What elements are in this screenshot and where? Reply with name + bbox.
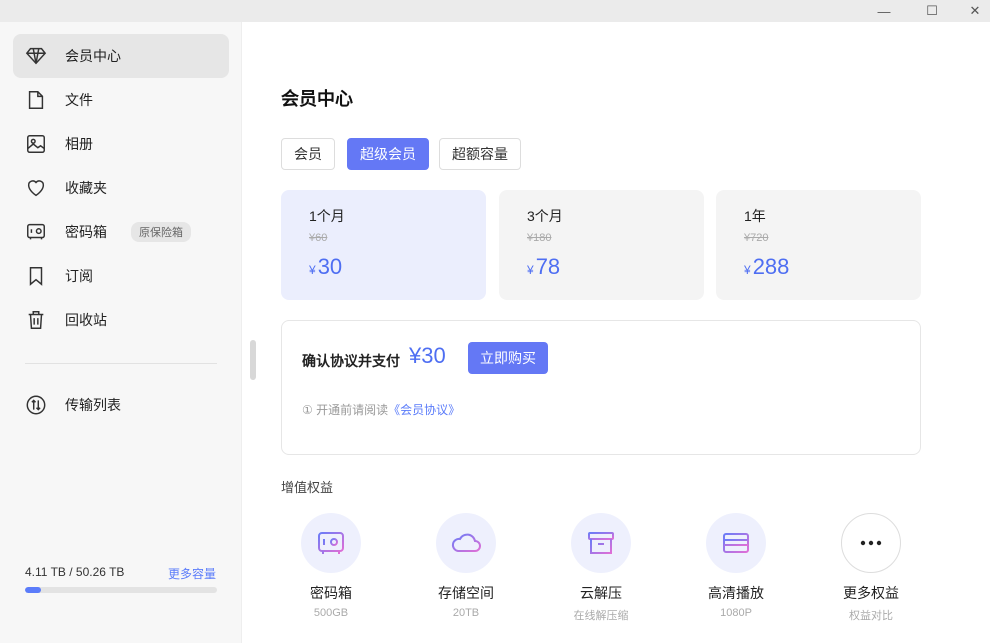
benefits-heading: 增值权益 [281,480,334,495]
storage-usage-text: 4.11 TB / 50.26 TB [25,565,125,579]
benefit-name: 云解压 [580,585,622,601]
benefit-subtitle: 20TB [452,607,480,619]
video-card-icon [723,533,749,553]
benefit-subtitle: 在线解压缩 [573,610,629,622]
sidebar-divider [25,363,217,364]
benefit-name: 存储空间 [438,585,494,601]
sidebar-item-files[interactable]: 文件 [13,78,229,122]
sidebar-item-label: 相册 [65,136,93,152]
benefit-icon-circle [436,513,496,573]
benefit-storage-space[interactable]: 存储空间 20TB [406,513,526,619]
benefit-subtitle: 1080P [720,607,752,619]
benefit-password-box[interactable]: 密码箱 500GB [271,513,391,619]
storage-progress-fill [25,587,41,593]
plan-card-1-year[interactable]: 1年 ¥720 ¥288 [716,190,921,300]
currency-symbol: ¥ [527,263,534,277]
sidebar-item-label: 收藏夹 [65,180,107,196]
plan-price: ¥288 [744,254,921,280]
file-icon [28,91,44,109]
payment-panel: 确认协议并支付 ¥30 立即购买 ① 开通前请阅读《会员协议》 [281,320,921,455]
plan-price-value: 30 [317,254,343,279]
bookmark-icon [29,267,43,286]
sidebar-item-label: 会员中心 [65,48,121,64]
plan-price: ¥30 [309,254,486,280]
safe-icon [318,532,344,554]
cloud-icon [451,533,481,552]
payment-label: 确认协议并支付 [302,353,400,369]
plan-name: 3个月 [527,208,563,224]
benefit-icon-circle [706,513,766,573]
plan-name: 1个月 [309,208,345,224]
more-icon [860,540,882,546]
minimize-button[interactable]: — [864,0,904,22]
plan-card-1-month[interactable]: 1个月 ¥60 ¥30 [281,190,486,300]
close-button[interactable]: ✕ [960,0,990,22]
plan-original-price: ¥60 [309,232,328,244]
sidebar: 会员中心 文件 相册 收藏夹 密码箱 原保险箱 订阅 回收站 传输列表 4.11… [0,22,242,643]
sidebar-item-label: 订阅 [65,268,93,284]
sidebar-item-subscriptions[interactable]: 订阅 [13,254,229,298]
benefit-icon-circle [301,513,361,573]
transfer-icon [26,395,46,415]
sidebar-item-label: 传输列表 [65,397,121,413]
photo-icon [27,135,45,153]
sidebar-item-label: 回收站 [65,312,107,328]
benefit-more[interactable]: 更多权益 权益对比 [811,513,931,623]
tab-member[interactable]: 会员 [281,138,335,170]
member-agreement-link[interactable]: 《会员协议》 [388,403,460,417]
plan-price-value: 78 [535,254,561,279]
currency-symbol: ¥ [309,263,316,277]
plan-name: 1年 [744,208,766,224]
tab-super-member[interactable]: 超级会员 [347,138,429,170]
benefit-name: 更多权益 [843,585,899,601]
benefit-icon-circle [571,513,631,573]
storage-progress-bar [25,587,217,593]
title-bar: — ☐ ✕ [0,0,990,22]
plan-price: ¥78 [527,254,704,280]
sidebar-item-label: 文件 [65,92,93,108]
plan-original-price: ¥720 [744,232,769,244]
more-storage-link[interactable]: 更多容量 [168,565,216,582]
diamond-icon [25,47,47,65]
legacy-safe-badge: 原保险箱 [131,222,191,242]
sidebar-item-transfer-list[interactable]: 传输列表 [13,383,229,427]
currency-symbol: ¥ [744,263,751,277]
sidebar-resize-handle[interactable] [250,340,256,380]
agreement-notice: ① 开通前请阅读《会员协议》 [302,401,460,418]
benefit-subtitle: 500GB [313,607,349,619]
benefit-name: 高清播放 [708,585,764,601]
heart-icon [27,180,45,197]
safe-icon [27,223,45,240]
sidebar-item-favorites[interactable]: 收藏夹 [13,166,229,210]
benefit-subtitle: 权益对比 [849,610,893,622]
benefit-hd-playback[interactable]: 高清播放 1080P [676,513,796,619]
maximize-button[interactable]: ☐ [912,0,952,22]
plan-price-value: 288 [752,254,790,279]
tab-extra-storage[interactable]: 超额容量 [439,138,521,170]
info-icon: ① [302,403,313,417]
plan-card-3-months[interactable]: 3个月 ¥180 ¥78 [499,190,704,300]
page-title: 会员中心 [281,89,353,109]
buy-now-button[interactable]: 立即购买 [468,342,548,374]
benefit-icon-circle [841,513,901,573]
sidebar-item-photos[interactable]: 相册 [13,122,229,166]
trash-icon [28,311,44,329]
sidebar-item-recycle-bin[interactable]: 回收站 [13,298,229,342]
benefit-name: 密码箱 [310,585,352,601]
agreement-text: 开通前请阅读 [316,403,389,417]
plan-original-price: ¥180 [527,232,552,244]
benefit-cloud-unzip[interactable]: 云解压 在线解压缩 [541,513,661,623]
sidebar-item-password-box[interactable]: 密码箱 原保险箱 [13,210,229,254]
sidebar-item-label: 密码箱 [65,224,107,240]
archive-icon [588,532,614,554]
payment-price: ¥30 [409,343,446,368]
sidebar-item-member-center[interactable]: 会员中心 [13,34,229,78]
